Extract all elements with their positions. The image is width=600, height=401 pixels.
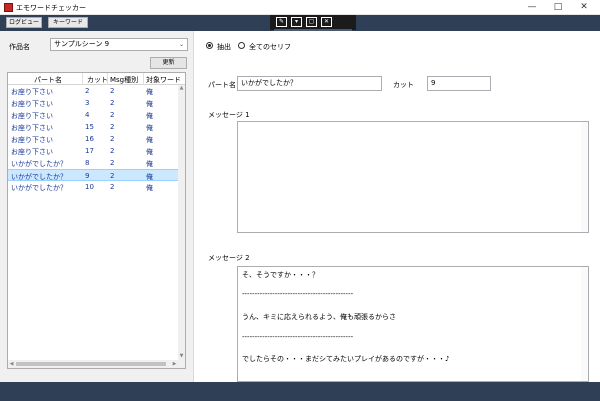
part-name-field[interactable]: いかがでしたか？ bbox=[237, 76, 382, 91]
column-header-word[interactable]: 対象ワード bbox=[146, 75, 181, 85]
message-1-textarea[interactable] bbox=[237, 121, 589, 233]
work-title-value: サンプルシーン 9 bbox=[54, 40, 110, 48]
column-header-part[interactable]: パート名 bbox=[34, 75, 62, 85]
table-header: パート名 カット Msg種別 対象ワード bbox=[8, 73, 185, 85]
cell-cut: 15 bbox=[85, 123, 94, 131]
table-row[interactable]: いかがでしたか？ 10 2 俺 bbox=[8, 181, 178, 193]
cell-part: お座り下さい bbox=[11, 100, 53, 108]
column-divider[interactable] bbox=[82, 73, 83, 85]
column-divider[interactable] bbox=[143, 73, 144, 85]
column-divider[interactable] bbox=[107, 73, 108, 85]
chevron-down-icon: ⌄ bbox=[178, 41, 184, 48]
message-line: ----------------------------------------… bbox=[242, 333, 354, 341]
cell-msg: 2 bbox=[110, 135, 115, 143]
column-header-cut[interactable]: カット bbox=[87, 75, 108, 85]
log-view-button[interactable]: ログビュー bbox=[6, 17, 42, 28]
message-line: うん、キミに応えられるよう、俺も頑張るからさ bbox=[242, 313, 396, 321]
cell-part: いかがでしたか？ bbox=[11, 160, 67, 168]
cell-word: 俺 bbox=[146, 124, 153, 132]
extract-radio[interactable] bbox=[206, 42, 213, 49]
title-bar: エモワードチェッカー — □ ✕ bbox=[0, 0, 600, 15]
cell-cut: 2 bbox=[85, 87, 90, 95]
message-2-label: メッセージ 2 bbox=[208, 254, 250, 262]
cell-cut: 4 bbox=[85, 111, 90, 119]
comment-icon[interactable]: ▾ bbox=[291, 17, 302, 27]
table-row[interactable]: お座り下さい 4 2 俺 bbox=[8, 109, 178, 121]
cell-part: お座り下さい bbox=[11, 88, 53, 96]
keyword-button[interactable]: キーワード bbox=[48, 17, 88, 28]
cell-word: 俺 bbox=[146, 160, 153, 168]
cell-part: いかがでしたか？ bbox=[11, 184, 67, 192]
part-name-label: パート名 bbox=[208, 81, 236, 89]
cut-field[interactable]: 9 bbox=[427, 76, 491, 91]
cell-part: お座り下さい bbox=[11, 112, 53, 120]
table-row[interactable]: お座り下さい 17 2 俺 bbox=[8, 145, 178, 157]
edit-icon[interactable]: ✎ bbox=[276, 17, 287, 27]
cut-label: カット bbox=[393, 81, 414, 89]
table-row[interactable]: お座り下さい 16 2 俺 bbox=[8, 133, 178, 145]
scroll-left-icon[interactable]: ◀ bbox=[8, 360, 15, 368]
cell-cut: 3 bbox=[85, 99, 90, 107]
message-1-label: メッセージ 1 bbox=[208, 111, 250, 119]
work-title-select[interactable]: サンプルシーン 9 ⌄ bbox=[50, 38, 188, 51]
scroll-down-icon[interactable]: ▼ bbox=[178, 353, 185, 360]
message-1-scrollbar[interactable] bbox=[581, 122, 588, 232]
all-lines-radio-label[interactable]: 全てのセリフ bbox=[249, 42, 291, 52]
frame-icon[interactable]: ▢ bbox=[306, 17, 317, 27]
cell-msg: 2 bbox=[110, 123, 115, 131]
result-table: パート名 カット Msg種別 対象ワード お座り下さい 2 2 俺 お座り下さい… bbox=[7, 72, 186, 369]
message-2-textarea[interactable]: そ、そうですか・・・？ ----------------------------… bbox=[237, 266, 589, 382]
extract-radio-label[interactable]: 抽出 bbox=[217, 42, 231, 52]
cell-cut: 16 bbox=[85, 135, 94, 143]
cell-part: お座り下さい bbox=[11, 124, 53, 132]
cell-msg: 2 bbox=[110, 147, 115, 155]
close-frame-icon[interactable]: ✕ bbox=[321, 17, 332, 27]
cell-word: 俺 bbox=[146, 184, 153, 192]
cell-part: お座り下さい bbox=[11, 148, 53, 156]
maximize-button[interactable]: □ bbox=[545, 0, 571, 15]
cell-msg: 2 bbox=[110, 111, 115, 119]
cell-msg: 2 bbox=[110, 159, 115, 167]
cell-cut: 8 bbox=[85, 159, 90, 167]
table-row[interactable]: いかがでしたか？ 8 2 俺 bbox=[8, 157, 178, 169]
scroll-up-icon[interactable]: ▲ bbox=[178, 85, 185, 92]
refresh-button[interactable]: 更新 bbox=[150, 57, 187, 69]
cell-cut: 9 bbox=[85, 172, 90, 180]
message-line: そ、そうですか・・・？ bbox=[242, 271, 319, 279]
table-row[interactable]: お座り下さい 3 2 俺 bbox=[8, 97, 178, 109]
table-vertical-scrollbar[interactable]: ▲ ▼ bbox=[178, 85, 185, 360]
app-icon bbox=[4, 3, 13, 12]
right-panel: 抽出 全てのセリフ パート名 いかがでしたか？ カット 9 メッセージ 1 メッ… bbox=[195, 31, 600, 382]
cell-part: お座り下さい bbox=[11, 136, 53, 144]
window-title: エモワードチェッカー bbox=[16, 4, 86, 12]
table-row[interactable]: お座り下さい 15 2 俺 bbox=[8, 121, 178, 133]
cell-cut: 17 bbox=[85, 147, 94, 155]
message-line: でしたらその・・・まだシてみたいプレイがあるのですが・・・♪ bbox=[242, 355, 450, 363]
status-bar bbox=[0, 382, 600, 401]
cell-msg: 2 bbox=[110, 183, 115, 191]
cell-msg: 2 bbox=[110, 99, 115, 107]
table-row[interactable]: お座り下さい 2 2 俺 bbox=[8, 85, 178, 97]
message-2-scrollbar[interactable] bbox=[581, 267, 588, 381]
minimize-button[interactable]: — bbox=[519, 0, 545, 15]
message-line: ----------------------------------------… bbox=[242, 290, 354, 298]
table-row-selected[interactable]: いかがでしたか？ 9 2 俺 bbox=[8, 169, 178, 181]
cell-word: 俺 bbox=[146, 100, 153, 108]
cell-word: 俺 bbox=[146, 112, 153, 120]
cell-msg: 2 bbox=[110, 87, 115, 95]
cell-word: 俺 bbox=[146, 136, 153, 144]
floating-toolbar: ✎ ▾ ▢ ✕ bbox=[270, 15, 356, 30]
cell-word: 俺 bbox=[146, 148, 153, 156]
all-lines-radio[interactable] bbox=[238, 42, 245, 49]
close-button[interactable]: ✕ bbox=[571, 0, 597, 15]
left-panel: 作品名 サンプルシーン 9 ⌄ 更新 パート名 カット Msg種別 対象ワード … bbox=[0, 31, 194, 382]
cell-word: 俺 bbox=[146, 88, 153, 96]
column-header-msg[interactable]: Msg種別 bbox=[110, 75, 138, 85]
scroll-right-icon[interactable]: ▶ bbox=[171, 360, 178, 368]
cell-cut: 10 bbox=[85, 183, 94, 191]
horizontal-scroll-thumb[interactable] bbox=[16, 362, 166, 366]
table-horizontal-scrollbar[interactable]: ◀ ▶ bbox=[8, 360, 185, 368]
work-title-label: 作品名 bbox=[9, 43, 30, 51]
cell-msg: 2 bbox=[110, 172, 115, 180]
